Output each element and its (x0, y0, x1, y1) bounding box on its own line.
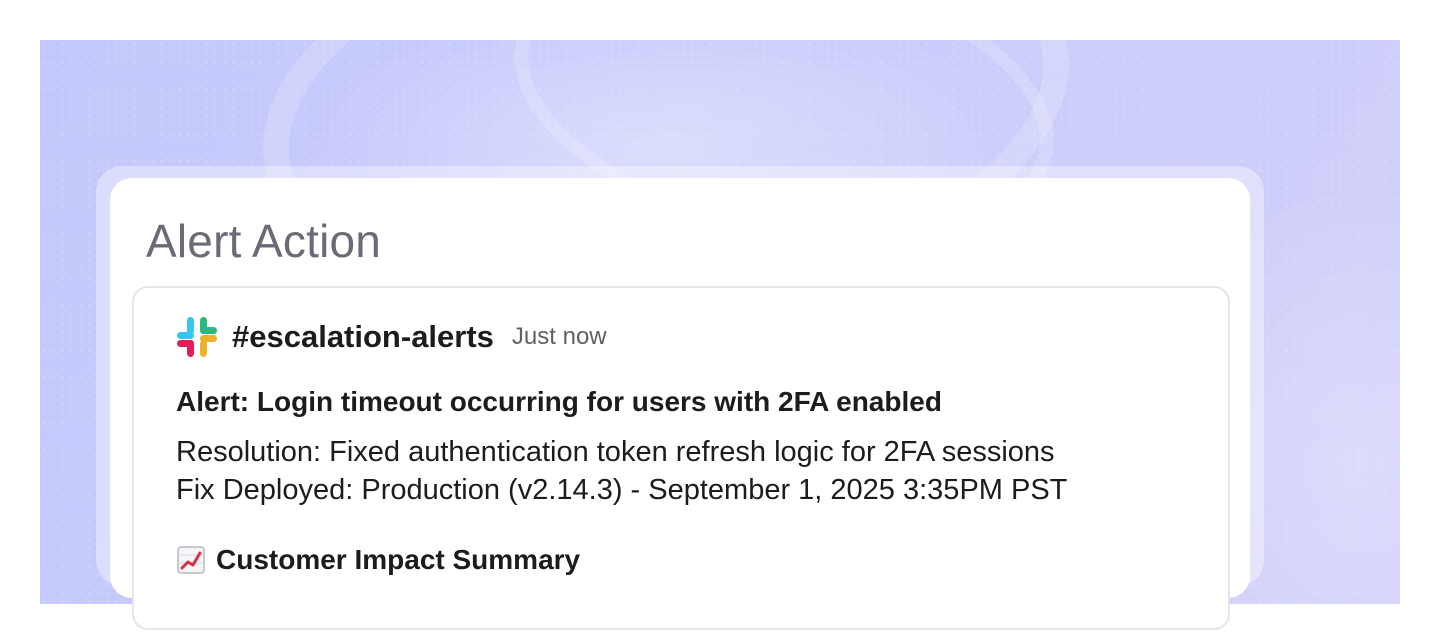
section-title: Customer Impact Summary (216, 544, 581, 575)
resolution-line: Resolution: Fixed authentication token r… (176, 436, 1055, 468)
impact-summary-heading: Customer Impact Summary (176, 544, 580, 576)
message-header: #escalation-alerts Just now (174, 314, 607, 360)
channel-name[interactable]: #escalation-alerts (232, 319, 494, 355)
alert-headline: Alert: Login timeout occurring for users… (176, 386, 942, 417)
deployment-line: Fix Deployed: Production (v2.14.3) - Sep… (176, 474, 1068, 506)
chart-increasing-icon (177, 546, 205, 574)
card-title: Alert Action (146, 215, 382, 267)
alert-action-card: Alert Action #escalation-alerts Just now… (110, 178, 1250, 630)
message-timestamp: Just now (511, 323, 607, 350)
slack-message: #escalation-alerts Just now Alert: Login… (132, 286, 1230, 630)
slack-icon (177, 317, 217, 357)
